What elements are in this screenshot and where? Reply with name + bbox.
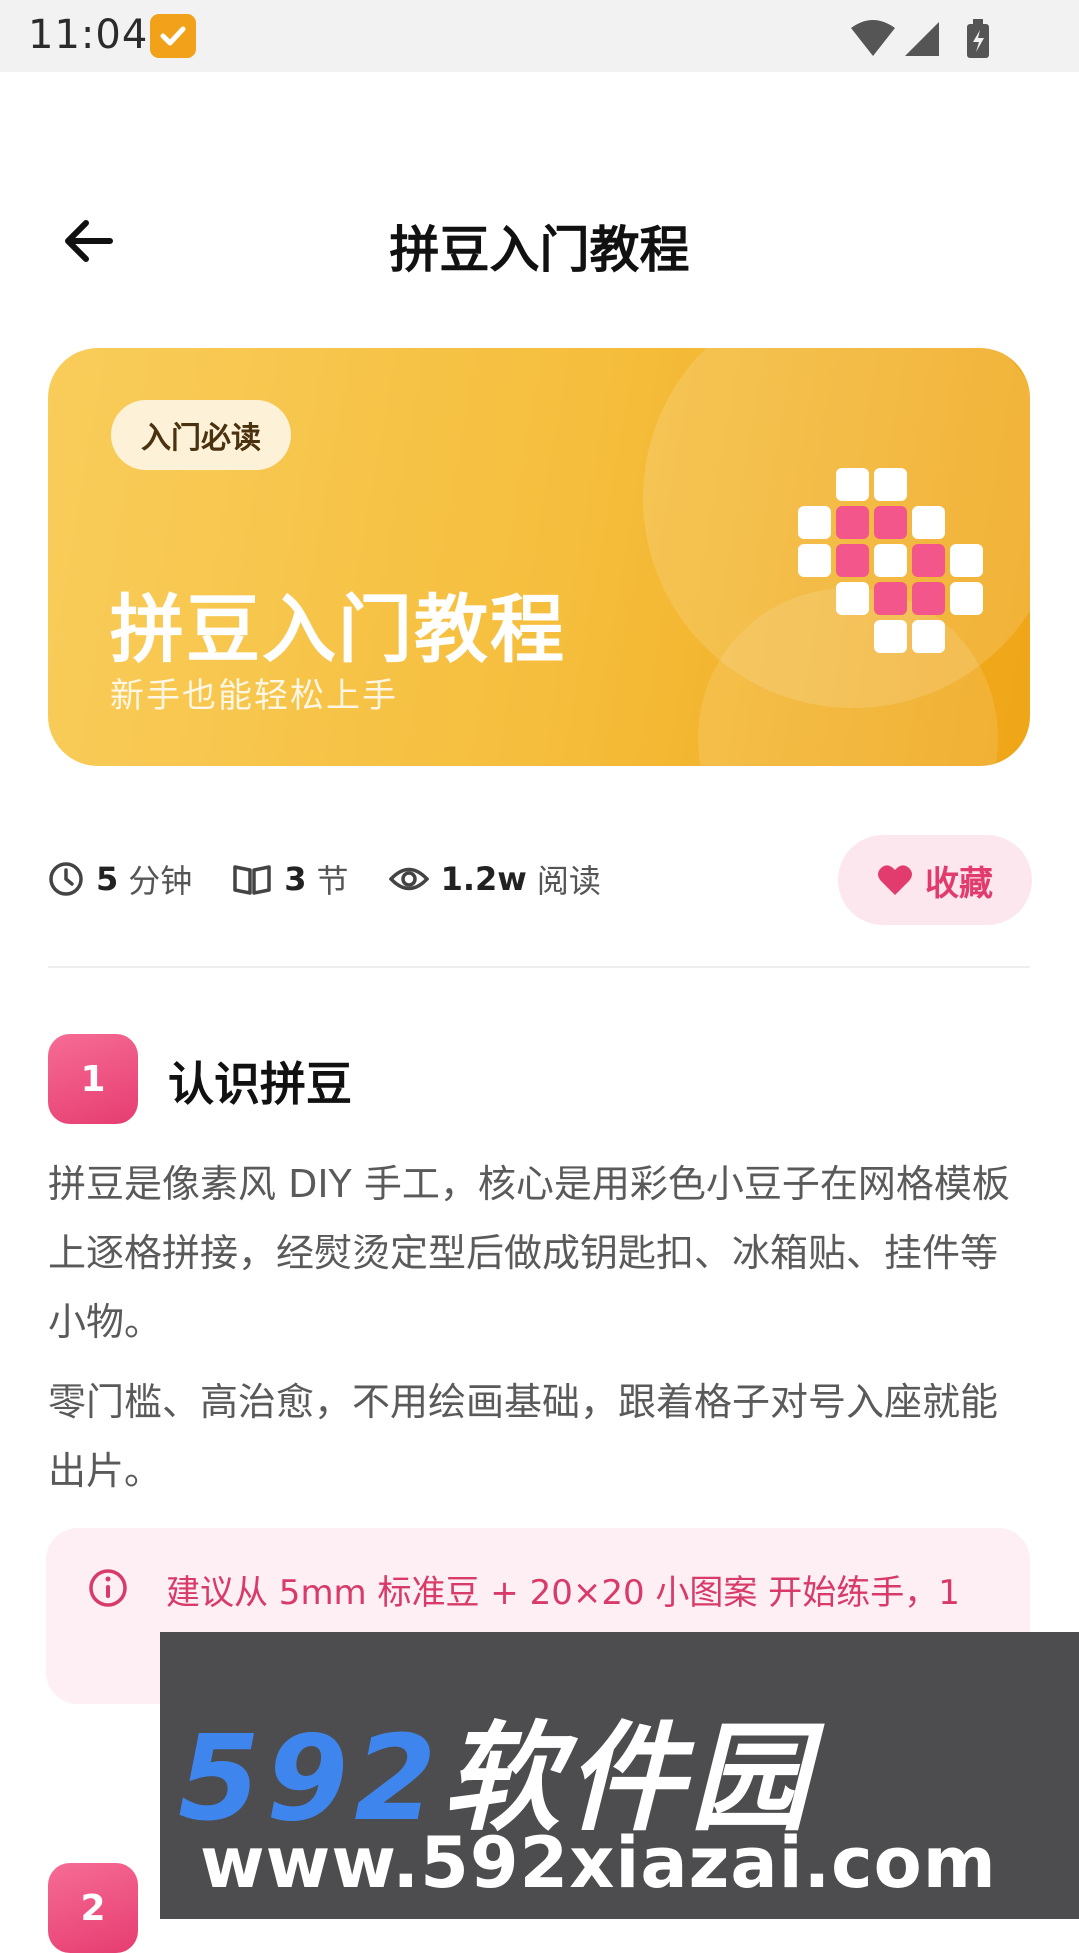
reads-unit: 阅读 — [536, 862, 601, 900]
divider — [48, 966, 1030, 968]
section-paragraph: 拼豆是像素风 DIY 手工，核心是用彩色小豆子在网格模板上逐格拼接，经熨烫定型后… — [48, 1162, 1010, 1344]
status-icons — [849, 18, 999, 62]
notification-check-icon — [150, 14, 196, 58]
reads-value: 1.2w — [440, 860, 527, 898]
sections-unit: 节 — [316, 862, 349, 900]
watermark-overlay: 592软件园 www.592xiazai.com — [160, 1632, 1079, 1919]
banner-title: 拼豆入门教程 — [110, 587, 566, 673]
status-time: 11:04 — [28, 12, 149, 58]
meta-row: 5 分钟 3 节 1.2w 阅读 — [48, 852, 641, 906]
wifi-icon — [851, 20, 895, 56]
section-number-badge: 2 — [48, 1863, 138, 1953]
hero-banner: 入门必读 拼豆入门教程 新手也能轻松上手 — [48, 348, 1030, 766]
clock-icon — [49, 862, 83, 896]
banner-tag: 入门必读 — [111, 400, 291, 470]
page-title: 拼豆入门教程 — [389, 221, 690, 279]
tip-text: 建议从 5mm 标准豆 + 20×20 小图案 开始练手，1 — [166, 1573, 960, 1613]
pixel-bead-icon — [798, 468, 983, 653]
duration-unit: 分钟 — [128, 862, 193, 900]
duration-value: 5 — [96, 860, 119, 898]
section-paragraph: 零门槛、高治愈，不用绘画基础，跟着格子对号入座就能出片。 — [48, 1380, 999, 1493]
book-icon — [233, 865, 272, 895]
meta-sections: 3 节 — [232, 856, 349, 902]
favorite-button[interactable]: 收藏 — [838, 835, 1032, 925]
battery-charging-icon — [967, 19, 989, 58]
info-icon — [89, 1569, 127, 1607]
meta-duration: 5 分钟 — [48, 856, 192, 902]
section-title: 认识拼豆 — [168, 1057, 352, 1111]
signal-icon — [905, 22, 939, 56]
banner-subtitle: 新手也能轻松上手 — [110, 676, 398, 716]
favorite-label: 收藏 — [925, 863, 993, 904]
eye-icon — [388, 867, 429, 891]
section-number-badge: 1 — [48, 1034, 138, 1124]
heart-icon — [878, 865, 912, 895]
watermark-url: www.592xiazai.com — [200, 1822, 997, 1904]
meta-reads: 1.2w 阅读 — [388, 856, 601, 902]
sections-value: 3 — [284, 860, 307, 898]
